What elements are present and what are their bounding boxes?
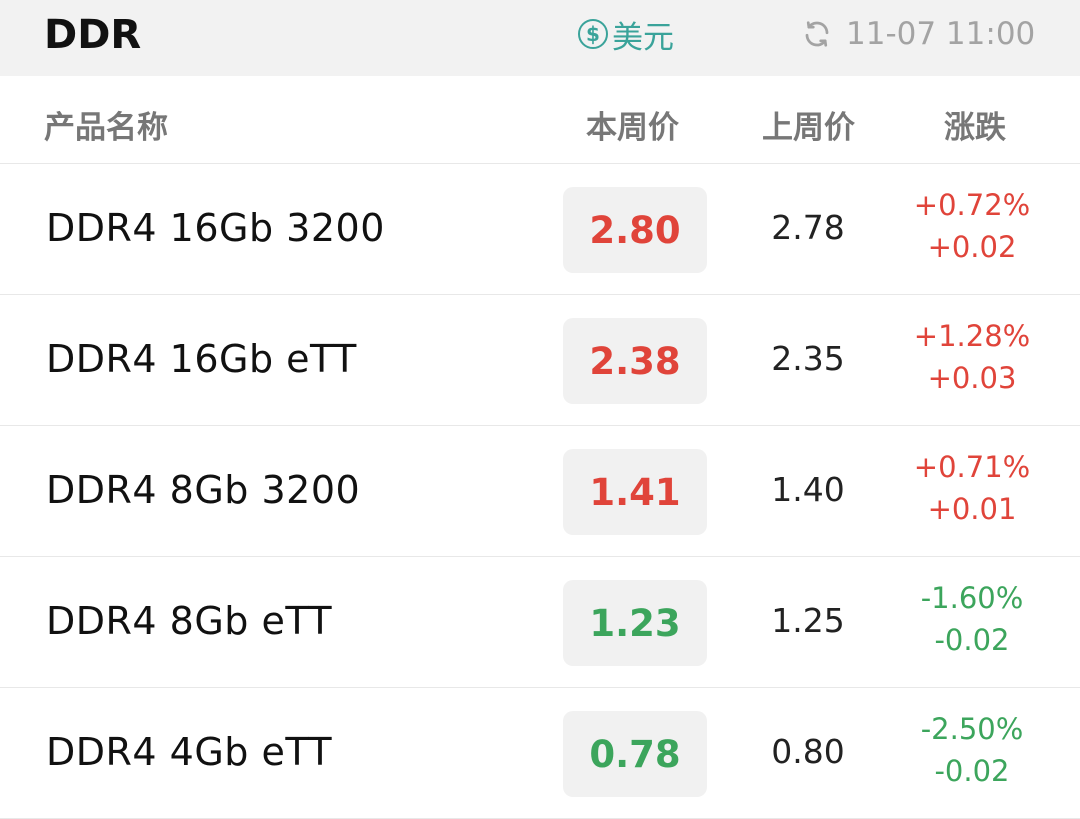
change-amount: +0.03 xyxy=(927,361,1017,395)
last-week-price: 1.40 xyxy=(771,470,845,509)
this-week-price: 2.38 xyxy=(563,318,707,404)
change-percent: +0.71% xyxy=(913,450,1031,484)
dollar-circle-icon: $ xyxy=(578,19,608,49)
table-header: 产品名称 本周价 上周价 涨跌 xyxy=(0,76,1080,164)
refresh-icon[interactable] xyxy=(802,19,832,49)
column-header-this-week[interactable]: 本周价 xyxy=(586,102,679,147)
timestamp: 11-07 11:00 xyxy=(846,16,1036,52)
change-percent: -2.50% xyxy=(920,712,1024,746)
last-week-price: 2.35 xyxy=(771,339,845,378)
top-bar: DDR $ 美元 11-07 11:00 xyxy=(0,0,1080,76)
this-week-price: 2.80 xyxy=(563,187,707,273)
change-amount: -0.02 xyxy=(934,623,1010,657)
change-amount: +0.02 xyxy=(927,230,1017,264)
table-row[interactable]: DDR4 8Gb 3200 1.41 1.40 +0.71% +0.01 xyxy=(0,426,1080,557)
change-percent: +0.72% xyxy=(913,188,1031,222)
this-week-price: 1.23 xyxy=(563,580,707,666)
table-row[interactable]: DDR4 8Gb eTT 1.23 1.25 -1.60% -0.02 xyxy=(0,557,1080,688)
product-name: DDR4 8Gb 3200 xyxy=(46,468,361,512)
last-week-price: 0.80 xyxy=(771,732,845,771)
table-row[interactable]: DDR4 4Gb eTT 0.78 0.80 -2.50% -0.02 xyxy=(0,688,1080,819)
table-row[interactable]: DDR4 16Gb 3200 2.80 2.78 +0.72% +0.02 xyxy=(0,164,1080,295)
column-header-last-week[interactable]: 上周价 xyxy=(762,102,855,147)
change-amount: -0.02 xyxy=(934,754,1010,788)
column-header-change[interactable]: 涨跌 xyxy=(944,102,1006,147)
change-percent: +1.28% xyxy=(913,319,1031,353)
page-title: DDR xyxy=(44,12,142,58)
this-week-price: 0.78 xyxy=(563,711,707,797)
last-week-price: 2.78 xyxy=(771,208,845,247)
product-name: DDR4 4Gb eTT xyxy=(46,730,333,774)
change-amount: +0.01 xyxy=(927,492,1017,526)
update-time: 11-07 11:00 xyxy=(802,14,1035,54)
currency-label: 美元 xyxy=(612,19,674,56)
last-week-price: 1.25 xyxy=(771,601,845,640)
column-header-name[interactable]: 产品名称 xyxy=(44,102,168,147)
product-name: DDR4 16Gb 3200 xyxy=(46,206,385,250)
currency-toggle[interactable]: $ 美元 xyxy=(578,14,674,56)
product-name: DDR4 16Gb eTT xyxy=(46,337,357,381)
table-row[interactable]: DDR4 16Gb eTT 2.38 2.35 +1.28% +0.03 xyxy=(0,295,1080,426)
product-name: DDR4 8Gb eTT xyxy=(46,599,333,643)
change-percent: -1.60% xyxy=(920,581,1024,615)
this-week-price: 1.41 xyxy=(563,449,707,535)
